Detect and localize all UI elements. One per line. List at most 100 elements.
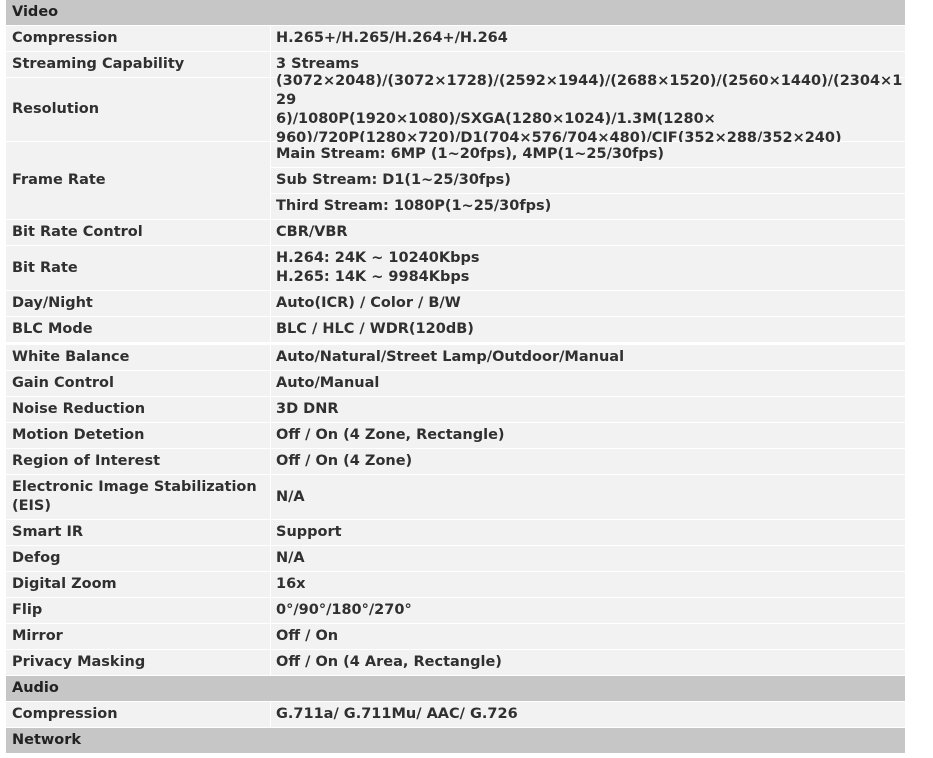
spec-label-text: Digital Zoom [12,576,117,592]
spec-value-text: Auto(ICR) / Color / B/W [276,295,461,311]
spec-label: Noise Reduction [6,397,270,422]
spec-value-group: CBR/VBR [271,220,905,245]
spec-value-group: G.711a/ G.711Mu/ AAC/ G.726 [271,702,905,727]
spec-label-text: Region of Interest [12,453,161,469]
spec-label-text: Bit Rate Control [12,224,143,240]
spec-label-text: Compression [12,706,118,722]
spec-value: BLC / HLC / WDR(120dB) [271,317,905,342]
spec-label-text: Gain Control [12,375,114,391]
spec-row-region-of-interest: Region of Interest Off / On (4 Zone) [6,449,905,474]
spec-row-defog: Defog N/A [6,546,905,571]
spec-label: Frame Rate [6,142,270,219]
spec-row-electronic-image-stabilization-eis: Electronic Image Stabilization (EIS) N/A [6,475,905,519]
spec-value: Auto/Natural/Street Lamp/Outdoor/Manual [271,345,905,370]
spec-row-bit-rate-control: Bit Rate Control CBR/VBR [6,220,905,245]
spec-value: Off / On (4 Area, Rectangle) [271,650,905,675]
spec-label: Smart IR [6,520,270,545]
spec-row-bit-rate: Bit Rate H.264: 24K ~ 10240Kbps H.265: 14… [6,246,905,290]
spec-label-text: Flip [12,602,43,618]
spec-value-text: Main Stream: 6MP (1~20fps), 4MP(1~25/30f… [276,146,665,162]
spec-label: Electronic Image Stabilization (EIS) [6,475,270,519]
spec-label-text: Mirror [12,628,63,644]
spec-value: N/A [271,546,905,571]
spec-value-group: Off / On (4 Area, Rectangle) [271,650,905,675]
spec-label: White Balance [6,345,270,370]
spec-row-blc-mode: BLC Mode BLC / HLC / WDR(120dB) [6,317,905,342]
spec-value: Sub Stream: D1(1~25/30fps) [271,168,905,193]
spec-label-text: Motion Detetion [12,427,145,443]
spec-value-group: (3072×2048)/(3072×1728)/(2592×1944)/(268… [271,73,905,146]
spec-value-text: Off / On (4 Zone) [276,453,413,469]
spec-row-gain-control: Gain Control Auto/Manual [6,371,905,396]
spec-value: Off / On (4 Zone, Rectangle) [271,423,905,448]
spec-value-text: G.711a/ G.711Mu/ AAC/ G.726 [276,706,518,722]
spec-label-text: Compression [12,30,118,46]
spec-label: Mirror [6,624,270,649]
spec-value: Off / On (4 Zone) [271,449,905,474]
spec-value: Auto(ICR) / Color / B/W [271,291,905,316]
spec-value-group: 16x [271,572,905,597]
spec-label: Digital Zoom [6,572,270,597]
spec-label-text: BLC Mode [12,321,93,337]
spec-value-text: (3072×2048)/(3072×1728)/(2592×1944)/(268… [276,72,903,146]
spec-label-text: Privacy Masking [12,654,146,670]
spec-row-mirror: Mirror Off / On [6,624,905,649]
spec-value: Auto/Manual [271,371,905,396]
spec-label: Gain Control [6,371,270,396]
spec-value-text: 3D DNR [276,401,339,417]
spec-label: Flip [6,598,270,623]
spec-value-group: Off / On [271,624,905,649]
spec-value-text: Third Stream: 1080P(1~25/30fps) [276,198,552,214]
spec-label-text: Frame Rate [12,172,106,188]
spec-value: 16x [271,572,905,597]
spec-label-text: White Balance [12,349,130,365]
spec-row-resolution: Resolution (3072×2048)/(3072×1728)/(2592×… [6,73,905,146]
spec-value-group: Off / On (4 Zone, Rectangle) [271,423,905,448]
spec-value-text: Support [276,524,342,540]
spec-label: Bit Rate Control [6,220,270,245]
spec-value-text: Off / On [276,628,339,644]
spec-value-group: Auto/Natural/Street Lamp/Outdoor/Manual [271,345,905,370]
spec-label: Privacy Masking [6,650,270,675]
spec-label: Bit Rate [6,246,270,290]
spec-value-group: 3D DNR [271,397,905,422]
spec-value-text: N/A [276,488,305,505]
spec-label: Region of Interest [6,449,270,474]
spec-value-text: Sub Stream: D1(1~25/30fps) [276,172,511,188]
spec-value-text: Off / On (4 Area, Rectangle) [276,654,502,670]
spec-value: Third Stream: 1080P(1~25/30fps) [271,194,905,219]
spec-row-white-balance: White Balance Auto/Natural/Street Lamp/Ou… [6,345,905,370]
spec-label: Streaming Capability [6,52,270,77]
spec-value-text: 0°/90°/180°/270° [276,602,412,618]
spec-value-text: Auto/Manual [276,375,380,391]
spec-label-text: Resolution [12,101,100,117]
spec-row-noise-reduction: Noise Reduction 3D DNR [6,397,905,422]
spec-value-group: N/A [271,475,905,519]
spec-row-compression: Compression H.265+/H.265/H.264+/H.264 [6,26,905,51]
section-header-audio: Audio [6,676,905,701]
spec-value-text: 16x [276,576,306,592]
spec-label-text: Smart IR [12,524,84,540]
spec-row-privacy-masking: Privacy Masking Off / On (4 Area, Rectang… [6,650,905,675]
spec-label-text: Streaming Capability [12,56,185,72]
spec-label: Motion Detetion [6,423,270,448]
section-header-video: Video [6,0,905,25]
spec-value-group: BLC / HLC / WDR(120dB) [271,317,905,342]
spec-value-text: Auto/Natural/Street Lamp/Outdoor/Manual [276,349,625,365]
spec-value: G.711a/ G.711Mu/ AAC/ G.726 [271,702,905,727]
spec-label: Resolution [6,78,270,141]
spec-value-group: H.265+/H.265/H.264+/H.264 [271,26,905,51]
spec-row-flip: Flip 0°/90°/180°/270° [6,598,905,623]
spec-value: Support [271,520,905,545]
spec-row-frame-rate: Frame Rate Main Stream: 6MP (1~20fps), 4M… [6,142,905,219]
spec-row-day-night: Day/Night Auto(ICR) / Color / B/W [6,291,905,316]
spec-value: CBR/VBR [271,220,905,245]
spec-value-text: H.265+/H.265/H.264+/H.264 [276,30,508,46]
spec-label-text: Noise Reduction [12,401,146,417]
spec-row-compression: Compression G.711a/ G.711Mu/ AAC/ G.726 [6,702,905,727]
spec-table: Video Compression H.265+/H.265/H.264+/H.26… [6,0,905,754]
spec-value-group: 0°/90°/180°/270° [271,598,905,623]
spec-value-text: H.264: 24K ~ 10240Kbps H.265: 14K ~ 9984… [276,250,480,285]
spec-value: 0°/90°/180°/270° [271,598,905,623]
spec-value-group: Auto/Manual [271,371,905,396]
